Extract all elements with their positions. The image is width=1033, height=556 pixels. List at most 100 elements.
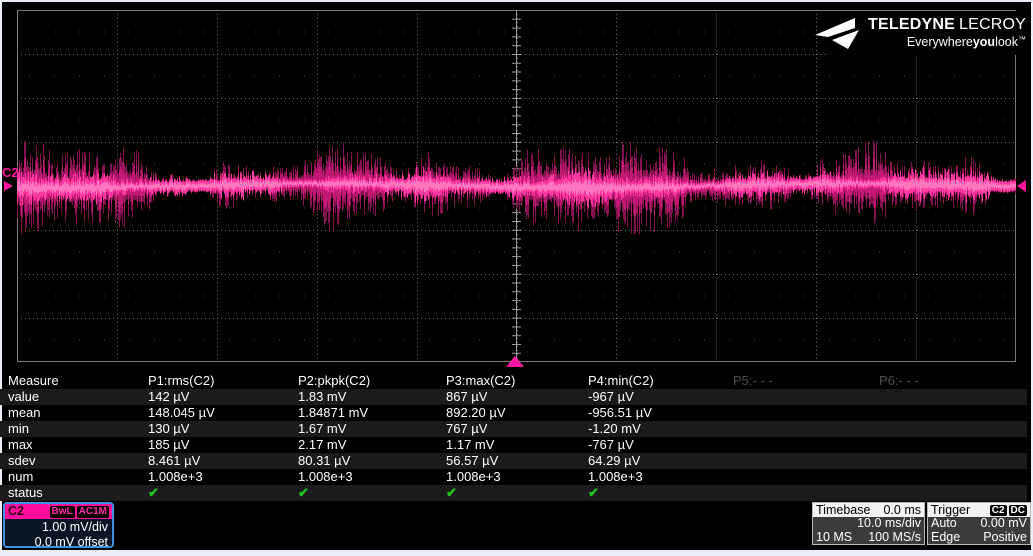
measure-column-p3[interactable]: P3:max(C2): [446, 373, 588, 389]
measure-cell: 1.17 mV: [446, 437, 495, 452]
measure-column-p4[interactable]: P4:min(C2): [588, 373, 733, 389]
measure-cell: 1.83 mV: [298, 389, 347, 404]
measure-cell: 1.008e+3: [298, 469, 353, 484]
measure-cell: [733, 405, 879, 421]
measure-column-p2[interactable]: P2:pkpk(C2): [298, 373, 446, 389]
teledyne-logo-mark-icon: [815, 17, 861, 50]
oscilloscope-window: C2 TELEDYNE LECROY Everywhereyoulook™ Mea…: [0, 0, 1033, 556]
measure-cell: 64.29 µV: [588, 453, 641, 468]
measure-cell: -1.20 mV: [588, 421, 641, 436]
timebase-sample-rate: 100 MS/s: [868, 529, 921, 544]
timebase-samples: 10 MS: [816, 529, 853, 544]
measure-column-p1[interactable]: P1:rms(C2): [148, 373, 298, 389]
measure-cell: 1.008e+3: [446, 469, 501, 484]
measure-cell: [733, 421, 879, 437]
measure-cell: [879, 421, 1027, 437]
measure-cell: [879, 469, 1033, 485]
measure-row-label: max: [8, 437, 33, 452]
measure-cell: 130 µV: [148, 421, 190, 436]
channel-c2-offset: 0.0 mV offset: [34, 535, 108, 548]
measure-cell: 185 µV: [148, 437, 190, 452]
tagline-pre: Everywhere: [906, 35, 973, 50]
trigger-type: Edge: [931, 529, 961, 544]
measure-cell: 80.31 µV: [298, 453, 351, 468]
measure-row-label: num: [8, 469, 34, 484]
measure-cell: [879, 405, 1033, 421]
status-check-icon: ✔: [588, 485, 599, 500]
measure-row-label: min: [8, 421, 29, 436]
channel-c2-offset-arrow-icon[interactable]: [4, 181, 13, 191]
measure-cell: [879, 437, 1033, 453]
bandwidth-limit-badge: BwL: [49, 505, 75, 518]
logo-text: TELEDYNE LECROY Everywhereyoulook™: [868, 17, 1026, 49]
timebase-title: Timebase: [816, 503, 871, 517]
measure-column-p6[interactable]: P6:- - -: [879, 373, 1033, 389]
trigger-level: 0.00 mV: [980, 516, 1027, 530]
measure-cell: 142 µV: [148, 389, 190, 404]
coupling-ac1m-badge: AC1M: [76, 505, 109, 518]
timebase-box[interactable]: Timebase 0.0 ms 10.0 ms/div 10 MS 100 MS…: [812, 502, 925, 545]
measure-column-p5[interactable]: P5:- - -: [733, 373, 879, 389]
trigger-slope: Positive: [983, 529, 1027, 544]
measure-cell: [733, 437, 879, 453]
measure-cell: 1.67 mV: [298, 421, 347, 436]
measure-cell: 56.57 µV: [446, 453, 499, 468]
brand-lecroy: LECROY: [959, 16, 1026, 34]
trigger-source-badge: C2: [989, 504, 1007, 516]
measure-cell: [733, 389, 879, 405]
measure-cell: 892.20 µV: [446, 405, 506, 420]
measure-cell: 8.461 µV: [148, 453, 201, 468]
measure-row-label: value: [8, 389, 40, 404]
teledyne-lecroy-logo: TELEDYNE LECROY Everywhereyoulook™: [815, 11, 1026, 55]
measure-cell: 767 µV: [446, 421, 488, 436]
measure-row-sdev: sdev 8.461 µV 80.31 µV 56.57 µV 64.29 µV: [0, 453, 1027, 469]
measure-cell: [879, 453, 1027, 469]
measure-cell: [879, 389, 1027, 405]
measure-cell: 1.008e+3: [588, 469, 643, 484]
measure-row-min: min 130 µV 1.67 mV 767 µV -1.20 mV: [0, 421, 1027, 437]
timebase-header: Timebase 0.0 ms: [813, 503, 924, 517]
trigger-header: Trigger C2 DC: [928, 503, 1030, 517]
measure-cell: 1.008e+3: [148, 469, 203, 484]
measure-cell: 867 µV: [446, 389, 488, 404]
measure-cell: 148.045 µV: [148, 405, 215, 420]
timebase-position: 0.0 ms: [883, 503, 921, 517]
trigger-coupling-badge: DC: [1008, 504, 1027, 516]
status-check-icon: ✔: [446, 485, 457, 500]
tagline-tm: ™: [1018, 35, 1026, 45]
channel-c2-descriptor-box[interactable]: C2 BwL AC1M 1.00 mV/div 0.0 mV offset: [3, 502, 114, 548]
measure-cell: 1.84871 mV: [298, 405, 369, 420]
measure-row-max: max 185 µV 2.17 mV 1.17 mV -767 µV: [0, 437, 1033, 453]
measure-row-label: sdev: [8, 453, 36, 468]
channel-c2-header: C2 BwL AC1M: [5, 504, 112, 519]
measure-row-label: status: [8, 485, 43, 500]
measure-cell: [733, 469, 879, 485]
measure-row-status: status ✔ ✔ ✔ ✔: [0, 485, 1027, 501]
trigger-level-marker-icon[interactable]: [1017, 180, 1026, 192]
measure-table: Measure P1:rms(C2) P2:pkpk(C2) P3:max(C2) P4…: [0, 373, 1033, 501]
measure-header-row: Measure P1:rms(C2) P2:pkpk(C2) P3:max(C2) P4…: [0, 373, 1033, 389]
channel-c2-name: C2: [8, 504, 24, 518]
trigger-time-marker-icon[interactable]: [506, 356, 524, 367]
trigger-box[interactable]: Trigger C2 DC Auto 0.00 mV Edge Positive: [927, 502, 1031, 545]
measure-row-label: mean: [8, 405, 41, 420]
measure-cell: [733, 453, 879, 469]
brand-teledyne: TELEDYNE: [868, 16, 955, 34]
measure-cell: -956.51 µV: [588, 405, 652, 420]
channel-c2-scale: 1.00 mV/div: [41, 520, 108, 534]
measure-row-mean: mean 148.045 µV 1.84871 mV 892.20 µV -956.51…: [0, 405, 1033, 421]
timebase-scale: 10.0 ms/div: [857, 516, 921, 530]
tagline-you: you: [972, 35, 996, 50]
measure-cell: -767 µV: [588, 437, 634, 452]
measure-row-value: value 142 µV 1.83 mV 867 µV -967 µV: [0, 389, 1027, 405]
status-check-icon: ✔: [298, 485, 309, 500]
waveform-graticule: [17, 10, 1016, 362]
channel-c2-zero-marker[interactable]: C2: [2, 166, 19, 179]
tagline-post: look: [995, 35, 1018, 50]
measure-cell: -967 µV: [588, 389, 634, 404]
measure-row-num: num 1.008e+3 1.008e+3 1.008e+3 1.008e+3: [0, 469, 1033, 485]
trigger-mode: Auto: [931, 516, 957, 530]
status-check-icon: ✔: [148, 485, 159, 500]
measure-title: Measure: [8, 373, 59, 388]
trigger-title: Trigger: [931, 503, 971, 517]
